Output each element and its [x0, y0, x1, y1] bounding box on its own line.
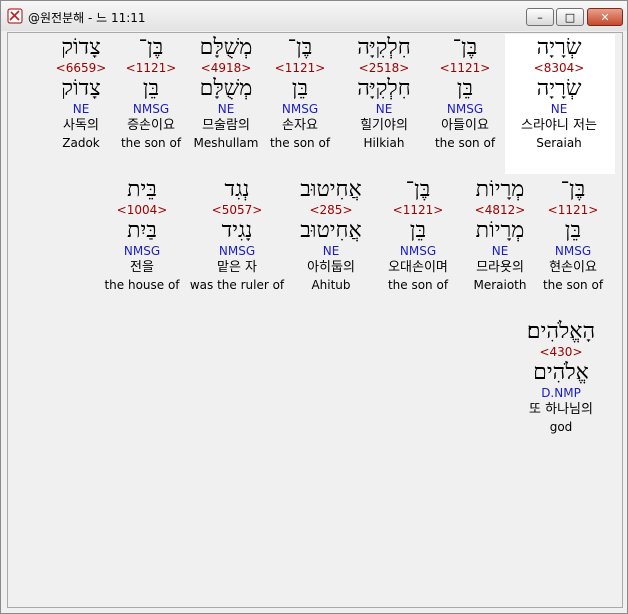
hebrew-text: בֵּית	[127, 177, 157, 202]
title-bar[interactable]: @원전분해 - 느 11:11 – □ ✕	[1, 1, 627, 31]
hebrew-text: צָדוֹק	[61, 35, 101, 60]
hebrew-lemma: אֱלֹהִים	[533, 360, 589, 385]
morphology-code: NE	[72, 102, 90, 116]
minimize-button[interactable]: –	[526, 8, 554, 26]
korean-gloss: 또 하나님의	[529, 402, 593, 417]
word-column[interactable]: צָדוֹק <6659> צָדוֹק NE 사독의 Zadok	[21, 35, 141, 151]
hebrew-lemma: צָדוֹק	[61, 76, 101, 101]
strongs-number[interactable]: <6659>	[21, 61, 141, 76]
strongs-number[interactable]: <1004>	[82, 203, 202, 218]
english-gloss: god	[549, 420, 573, 434]
app-icon	[7, 8, 23, 24]
hebrew-text: הָאֱלֹהִים׃	[526, 319, 596, 344]
english-gloss: the house of	[104, 278, 180, 292]
strongs-number[interactable]: <430>	[501, 345, 621, 360]
interlinear-view[interactable]: שְׂרָיָה <8304> שְׂרָיָה NE 스라야니 저는 Seraiah בֶ…	[7, 32, 623, 608]
minimize-icon: –	[537, 10, 543, 24]
maximize-button[interactable]: □	[556, 8, 584, 26]
hebrew-lemma: בַּיִת	[127, 218, 157, 243]
maximize-icon: □	[564, 10, 576, 24]
morphology-code: NMSG	[123, 244, 161, 258]
korean-gloss: 전을	[130, 260, 154, 275]
app-window: @원전분해 - 느 11:11 – □ ✕ שְׂרָיָה <8304> שְׂר…	[0, 0, 628, 614]
close-icon: ✕	[600, 10, 610, 24]
morphology-code: D.NMP	[541, 386, 581, 400]
english-gloss: Zadok	[62, 136, 100, 150]
word-column[interactable]: בֵּית <1004> בַּיִת NMSG 전을 the house of	[82, 177, 202, 293]
korean-gloss: 사독의	[63, 118, 99, 133]
window-title: @원전분해 - 느 11:11	[28, 11, 146, 25]
word-column[interactable]: הָאֱלֹהִים׃ <430> אֱלֹהִים D.NMP 또 하나님의 god	[501, 319, 621, 435]
close-button[interactable]: ✕	[587, 8, 623, 26]
